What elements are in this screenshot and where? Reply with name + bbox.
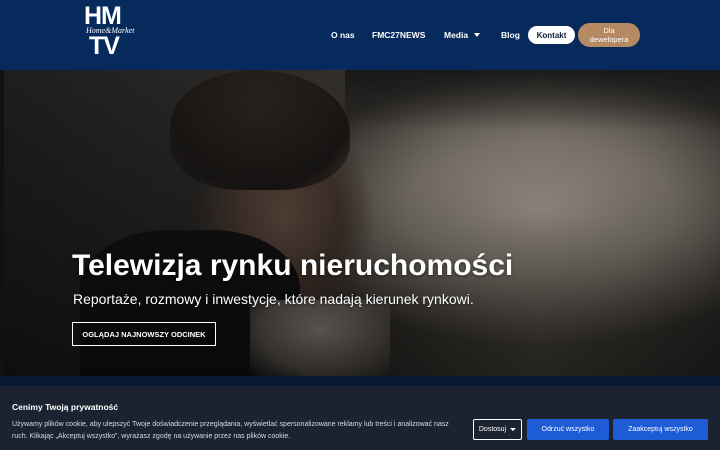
section-divider [0,376,720,386]
chevron-down-icon [510,428,517,431]
nav-item-media[interactable]: Media [444,0,481,70]
reject-all-button[interactable]: Odrzuć wszystko [527,419,609,440]
developer-button[interactable]: Dla dewelopera [578,23,640,47]
cookie-title: Cenimy Twoją prywatność [12,402,119,412]
nav-link-blog[interactable]: Blog [501,30,520,40]
cookie-banner: Cenimy Twoją prywatność Używamy plików c… [0,386,720,450]
hero-edge [0,70,4,376]
watch-latest-episode-button[interactable]: OGLĄDAJ NAJNOWSZY ODCINEK [72,322,216,346]
kontakt-button[interactable]: Kontakt [528,26,575,44]
hero-subtitle: Reportaże, rozmowy i inwestycje, które n… [73,291,474,307]
nav-item-o-nas[interactable]: O nas [331,0,355,70]
customize-button[interactable]: Dostosuj [473,419,522,440]
nav-link-o-nas[interactable]: O nas [331,30,355,40]
logo-tv: TV [89,32,120,60]
page: HM Home&Market TV O nas FMC27NEWS Media … [0,0,720,450]
nav-item-fmc27news[interactable]: FMC27NEWS [372,0,425,70]
accept-all-button[interactable]: Zaakceptuj wszystko [613,419,708,440]
cookie-description: Używamy plików cookie, aby ulepszyć Twoj… [12,421,449,440]
chevron-down-icon[interactable] [474,33,481,37]
nav-link-fmc27news[interactable]: FMC27NEWS [372,30,425,40]
site-header: HM Home&Market TV O nas FMC27NEWS Media … [0,0,720,70]
customize-label: Dostosuj [478,426,507,433]
logo[interactable]: HM Home&Market TV [84,4,136,60]
nav-link-media[interactable]: Media [444,30,468,40]
nav-item-blog[interactable]: Blog [501,0,520,70]
hero-title: Telewizja rynku nieruchomości [72,249,514,282]
